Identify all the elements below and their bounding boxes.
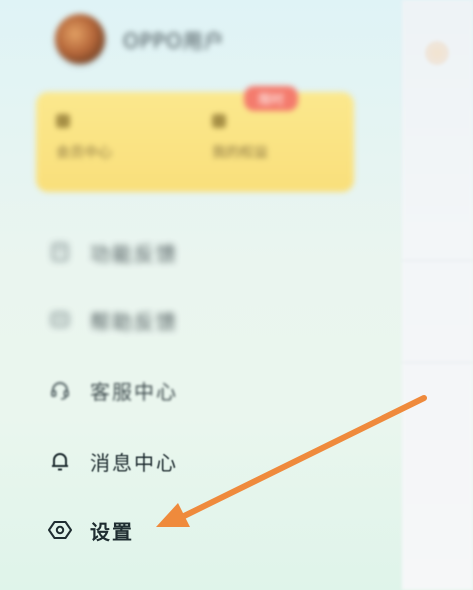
menu-item-help[interactable]: 帮助反馈 <box>46 302 178 338</box>
menu-item-label: 功能反馈 <box>90 241 178 266</box>
menu-item-settings[interactable]: 设置 <box>46 512 134 548</box>
file-icon <box>46 238 74 266</box>
vip-item-label: 会员中心 <box>56 145 112 161</box>
coin-icon <box>212 114 226 128</box>
bell-icon <box>46 447 74 475</box>
headset-icon <box>46 376 74 404</box>
background-page <box>402 0 473 590</box>
menu-item-label: 消息中心 <box>90 450 178 475</box>
vip-icon <box>56 114 70 128</box>
menu-item-label: 帮助反馈 <box>90 309 178 334</box>
chat-icon <box>46 306 74 334</box>
avatar[interactable] <box>55 14 105 64</box>
vip-center-entry[interactable]: 会员中心 <box>56 114 112 162</box>
promo-badge: 限时 <box>244 86 299 111</box>
username: OPPO用户 <box>123 28 225 53</box>
page-icon <box>424 40 450 66</box>
divider <box>402 260 473 261</box>
settings-icon <box>46 516 74 544</box>
menu-item-feature-feedback[interactable]: 功能反馈 <box>46 234 178 270</box>
side-drawer: OPPO用户 限时 会员中心 我的权益 功能反馈 帮助反馈 客服中心 消息中心 … <box>0 0 402 590</box>
vip-card[interactable]: 限时 会员中心 我的权益 <box>36 86 354 192</box>
menu-item-message-center[interactable]: 消息中心 <box>46 443 178 479</box>
benefits-entry[interactable]: 我的权益 <box>212 114 268 162</box>
vip-item-label: 我的权益 <box>212 145 268 161</box>
menu-item-label: 设置 <box>90 519 134 544</box>
menu-item-customer-service[interactable]: 客服中心 <box>46 372 178 408</box>
user-header[interactable]: OPPO用户 <box>55 14 225 64</box>
divider <box>402 362 473 363</box>
menu-item-label: 客服中心 <box>90 379 178 404</box>
